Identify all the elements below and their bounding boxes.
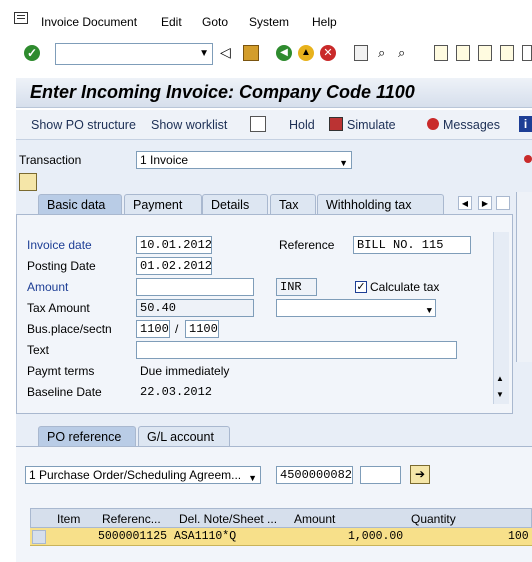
application-toolbar: Show PO structure Show worklist Hold Sim…	[16, 110, 532, 140]
right-panel-edge	[516, 192, 532, 362]
item-grid-header: Item Referenc... Del. Note/Sheet ... Amo…	[30, 508, 532, 528]
currency-field[interactable]: INR	[276, 278, 317, 296]
po-number-field[interactable]: 4500000082	[276, 466, 353, 484]
cell-quantity[interactable]: 100	[508, 530, 529, 543]
layout-toggle-icon[interactable]	[19, 173, 37, 191]
posting-date-field[interactable]: 01.02.2012	[136, 257, 212, 275]
menu-system[interactable]: System	[249, 15, 289, 29]
text-label: Text	[27, 343, 50, 357]
show-po-structure-button[interactable]: Show PO structure	[31, 118, 136, 132]
col-quantity-header[interactable]: Quantity	[411, 512, 456, 526]
baseline-date-label: Baseline Date	[27, 385, 102, 399]
basic-data-scrollbar[interactable]: ▲ ▼	[493, 232, 509, 404]
tab-list-icon[interactable]	[496, 196, 510, 210]
po-doc-type-dropdown[interactable]: 1 Purchase Order/Scheduling Agreem... ▼	[25, 466, 261, 484]
info-icon[interactable]: i	[519, 116, 532, 132]
next-page-icon[interactable]	[478, 45, 492, 61]
command-field[interactable]: ▼	[55, 43, 213, 65]
scroll-down-icon[interactable]: ▼	[496, 390, 504, 399]
hold-button[interactable]: Hold	[289, 118, 315, 132]
col-reference-header[interactable]: Referenc...	[102, 512, 161, 526]
invoice-date-label: Invoice date	[27, 238, 92, 252]
tab-tax[interactable]: Tax	[270, 194, 316, 215]
cell-amount[interactable]: 1,000.00	[348, 530, 403, 543]
tree-icon[interactable]	[250, 116, 266, 132]
menu-bar: Invoice Document Edit Goto System Help	[0, 0, 532, 40]
bus-place-label: Bus.place/sectn	[27, 322, 112, 336]
tab-basic-data[interactable]: Basic data	[38, 194, 122, 215]
chevron-down-icon[interactable]: ▼	[427, 303, 432, 319]
save-icon[interactable]	[243, 45, 259, 61]
menu-goto[interactable]: Goto	[202, 15, 228, 29]
menu-edit[interactable]: Edit	[161, 15, 182, 29]
baseline-date-value: 22.03.2012	[140, 385, 213, 399]
find-next-icon[interactable]: ⌕	[398, 45, 414, 61]
posting-date-label: Posting Date	[27, 259, 96, 273]
cell-delivery-note[interactable]: ASA1110*Q	[174, 530, 236, 543]
first-page-icon[interactable]	[434, 45, 448, 61]
tax-amount-label: Tax Amount	[27, 301, 90, 315]
previous-page-icon[interactable]	[456, 45, 470, 61]
tax-code-dropdown[interactable]: ▼	[276, 299, 436, 317]
window-menu-icon[interactable]	[14, 12, 28, 24]
tab-gl-account[interactable]: G/L account	[138, 426, 230, 447]
cell-reference[interactable]: 5000001125	[98, 530, 167, 543]
tab-payment[interactable]: Payment	[124, 194, 202, 215]
table-row[interactable]: 5000001125 ASA1110*Q 1,000.00 100	[30, 528, 532, 546]
text-field[interactable]	[136, 341, 457, 359]
back-arrow-icon[interactable]: ◁	[220, 44, 231, 61]
bus-place-separator: /	[175, 322, 179, 336]
chevron-down-icon[interactable]: ▼	[339, 155, 348, 171]
menu-invoice-document[interactable]: Invoice Document	[41, 15, 137, 29]
execute-arrow-icon[interactable]: ➔	[410, 465, 430, 484]
reference-field[interactable]: BILL NO. 115	[353, 236, 471, 254]
tab-scroll-left-icon[interactable]: ◀	[458, 196, 472, 210]
menu-help[interactable]: Help	[312, 15, 337, 29]
page-title: Enter Incoming Invoice: Company Code 110…	[30, 82, 415, 102]
messages-icon	[427, 118, 439, 130]
amount-field[interactable]	[136, 278, 254, 296]
tax-amount-field[interactable]: 50.40	[136, 299, 254, 317]
print-icon[interactable]	[354, 45, 368, 61]
amount-label: Amount	[27, 280, 69, 294]
chevron-down-icon[interactable]: ▼	[248, 470, 257, 486]
messages-button[interactable]: Messages	[443, 118, 500, 132]
tab-po-reference[interactable]: PO reference	[38, 426, 136, 447]
transaction-dropdown[interactable]: 1 Invoice ▼	[136, 151, 352, 169]
tab-scroll-right-icon[interactable]: ▶	[478, 196, 492, 210]
calculate-tax-label: Calculate tax	[370, 280, 440, 294]
scroll-up-icon[interactable]: ▲	[496, 374, 504, 383]
chevron-down-icon[interactable]: ▼	[199, 48, 209, 59]
new-session-icon[interactable]	[522, 45, 532, 61]
col-delivery-note-header[interactable]: Del. Note/Sheet ...	[179, 512, 277, 526]
cancel-icon[interactable]: ✕	[320, 45, 336, 61]
invoice-date-field[interactable]: 10.01.2012	[136, 236, 212, 254]
simulate-button[interactable]: Simulate	[347, 118, 396, 132]
last-page-icon[interactable]	[500, 45, 514, 61]
paymt-terms-value: Due immediately	[140, 364, 230, 378]
show-worklist-button[interactable]: Show worklist	[151, 118, 227, 132]
transaction-value: 1 Invoice	[140, 153, 189, 167]
col-item-header[interactable]: Item	[57, 512, 80, 526]
reference-label: Reference	[279, 238, 335, 252]
exit-icon[interactable]: ▲	[298, 45, 314, 61]
find-icon[interactable]: ⌕	[378, 45, 394, 61]
po-item-field[interactable]	[360, 466, 401, 484]
section-field[interactable]: 1100	[185, 320, 219, 338]
transaction-label: Transaction	[19, 153, 82, 167]
enter-icon[interactable]: ✓	[24, 45, 40, 61]
paymt-terms-label: Paymt terms	[27, 364, 95, 378]
simulate-icon	[329, 117, 343, 131]
col-amount-header[interactable]: Amount	[294, 512, 335, 526]
status-light-icon	[524, 155, 532, 163]
calculate-tax-checkbox[interactable]: ✓	[355, 281, 367, 293]
row-selector[interactable]	[32, 530, 46, 544]
tab-details[interactable]: Details	[202, 194, 268, 215]
bus-place-field[interactable]: 1100	[136, 320, 170, 338]
po-doc-type-value: 1 Purchase Order/Scheduling Agreem...	[29, 468, 242, 482]
title-bar: Enter Incoming Invoice: Company Code 110…	[16, 78, 532, 108]
tab-withholding-tax[interactable]: Withholding tax	[317, 194, 444, 215]
back-icon[interactable]: ◀	[276, 45, 292, 61]
